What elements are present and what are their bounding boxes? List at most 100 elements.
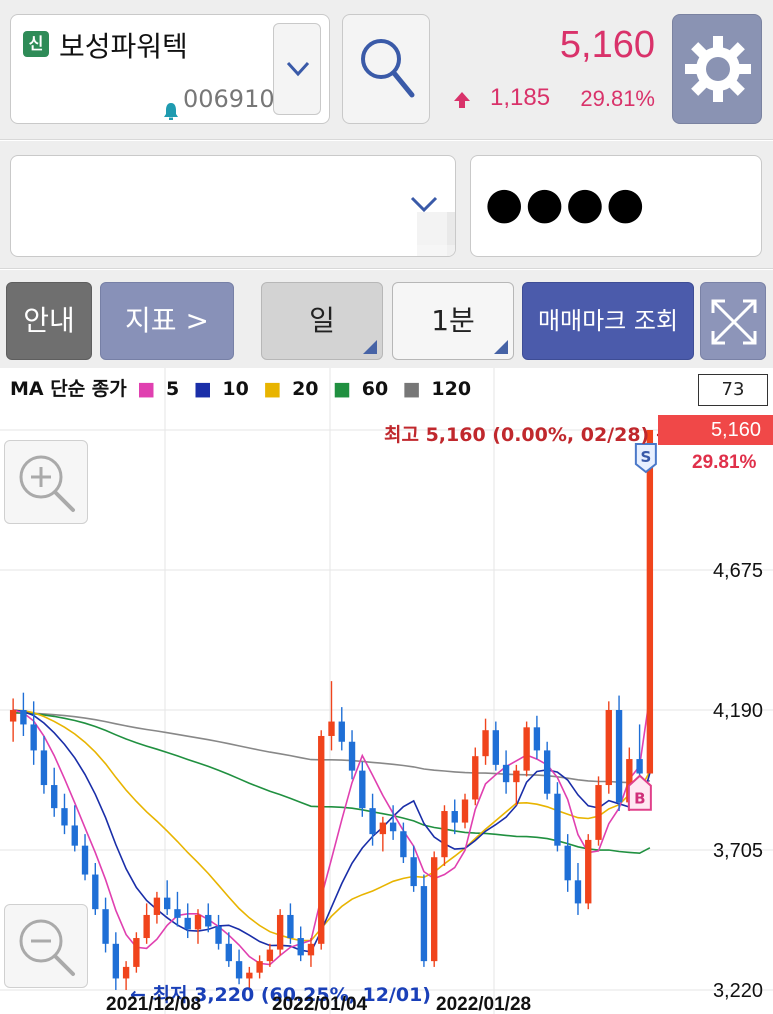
indicator-button[interactable]: 지표 > (100, 282, 234, 360)
candle-body (20, 710, 27, 725)
candle-body (400, 831, 407, 858)
stock-name: 보성파워텍 (59, 30, 188, 63)
y-tick-label: 4,190 (712, 700, 763, 722)
candle-body (379, 822, 387, 835)
expand-icon (711, 299, 757, 345)
candle-body (92, 874, 99, 910)
info-button[interactable]: 안내 (6, 282, 92, 360)
candle-body (420, 886, 428, 962)
zoom-in-icon (19, 455, 75, 512)
candle-body (492, 730, 500, 765)
candle-body (102, 909, 109, 944)
up-arrow-icon (454, 92, 470, 108)
candle-body (276, 914, 284, 950)
chart-toolbar: 안내 지표 > 일 1분 매매마크 조회 (0, 270, 773, 368)
y-tick-label: 4,675 (712, 560, 763, 582)
candle-body (502, 764, 510, 783)
current-price: 5,160 (559, 24, 655, 66)
sell-mark-label: S (640, 448, 651, 466)
candle-body (266, 949, 274, 962)
candle-body (133, 938, 140, 967)
candle-body (543, 750, 551, 794)
candle-body (287, 914, 294, 939)
candle-body (297, 938, 304, 956)
zoom-in-button[interactable] (4, 440, 88, 524)
candle-body (163, 897, 171, 910)
candle-body (256, 961, 263, 973)
y-tick-label: 3,705 (712, 840, 763, 862)
chart-canvas[interactable]: SB (0, 368, 773, 1014)
high-price-annotation: 최고 5,160 (0.00%, 02/28) → (384, 424, 672, 446)
candle-body (564, 845, 571, 881)
interval-selector[interactable]: 1분 (392, 282, 514, 360)
change-rate: 29.81% (580, 86, 655, 111)
candle-body (554, 793, 561, 846)
search-icon (361, 39, 415, 98)
password-field[interactable]: ●●●● (470, 155, 762, 257)
candle-body (194, 914, 202, 930)
candle-body (482, 730, 489, 757)
account-selector[interactable] (10, 155, 456, 257)
candle-body (307, 943, 315, 956)
candlestick-chart[interactable]: SB MA 단순 종가 ■ 5 ■ 10 ■ 20 ■ 60 ■ 120 73 … (0, 368, 773, 1014)
candle-body (441, 811, 448, 858)
candle-body (318, 735, 325, 944)
chevron-down-icon (410, 196, 438, 213)
candle-body (646, 430, 654, 774)
candle-body (389, 822, 397, 832)
ma-legend: MA 단순 종가 ■ 5 ■ 10 ■ 20 ■ 60 ■ 120 (10, 374, 479, 401)
x-tick-label: 2022/01/28 (436, 994, 532, 1014)
candle-body (246, 972, 253, 979)
chevron-down-icon (286, 61, 310, 77)
price-change: 1,185 (490, 84, 551, 111)
candle-body (410, 857, 417, 887)
candle-body (369, 808, 376, 835)
candle-body (143, 914, 150, 939)
expand-button[interactable] (700, 282, 766, 360)
candle-body (225, 943, 232, 962)
candle-body (359, 770, 366, 809)
candle-body (451, 811, 458, 823)
buy-mark-label: B (634, 790, 645, 808)
candle-body (184, 917, 191, 930)
candle-body (328, 721, 335, 736)
candle-body (122, 966, 130, 979)
alarm-icon (164, 103, 178, 120)
stock-selector[interactable]: 신 보성파워텍 006910 (10, 14, 330, 124)
zoom-out-icon (19, 919, 75, 976)
stock-dropdown-button[interactable] (273, 23, 321, 115)
current-price-tag: 5,160 (658, 415, 773, 445)
period-selector[interactable]: 일 (261, 282, 383, 360)
candle-body (533, 727, 541, 751)
y-tick-label: 3,220 (712, 980, 763, 1002)
current-rate-label: 29.81% (692, 452, 757, 473)
candle-body (523, 727, 530, 771)
legend-ma120: ■ 120 (402, 378, 472, 400)
candle-body (9, 710, 17, 722)
settings-button[interactable] (672, 14, 762, 124)
x-tick-label: 2021/12/08 (106, 994, 202, 1014)
candle-body (205, 914, 212, 927)
password-masked: ●●●● (485, 178, 647, 229)
gear-icon (685, 36, 751, 102)
candle-body (30, 724, 37, 751)
candle-body (513, 770, 520, 783)
candle-body (153, 897, 161, 915)
candle-count-input[interactable]: 73 (698, 374, 768, 406)
candle-body (461, 799, 469, 823)
zoom-out-button[interactable] (4, 904, 88, 988)
candle-body (215, 926, 222, 944)
candle-body (585, 839, 592, 904)
search-button[interactable] (342, 14, 430, 124)
candle-body (348, 741, 356, 771)
legend-ma60: ■ 60 (333, 378, 389, 400)
candle-body (472, 756, 479, 800)
legend-ma20: ■ 20 (263, 378, 319, 400)
candle-body (431, 857, 438, 962)
legend-ma5: ■ 5 (137, 378, 180, 400)
candle-body (174, 909, 181, 918)
candle-body (71, 825, 78, 846)
candle-body (636, 759, 643, 774)
candle-body (51, 785, 58, 809)
trade-mark-button[interactable]: 매매마크 조회 (522, 282, 694, 360)
